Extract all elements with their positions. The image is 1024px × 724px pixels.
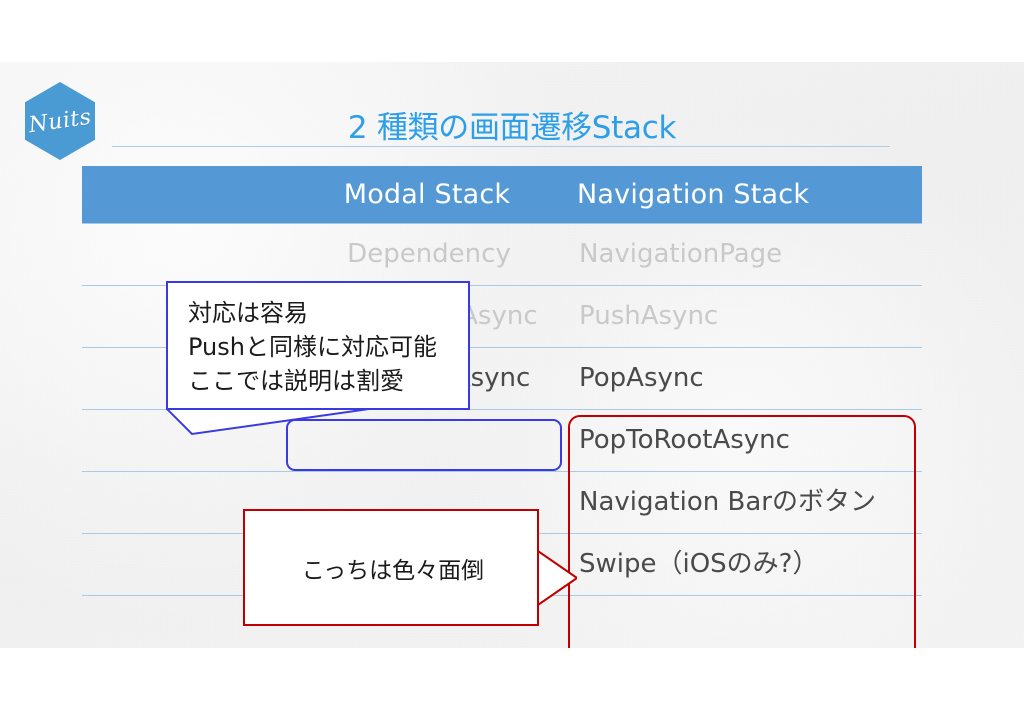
callout-modal-stack-note: 対応は容易 Pushと同様に対応可能 ここでは説明は割愛: [166, 281, 470, 410]
callout-red-text: こっちは色々面倒: [301, 557, 485, 584]
table-header-row: Modal Stack Navigation Stack: [82, 166, 922, 223]
table-row: PushAsync: [579, 301, 719, 331]
callout-red-tail-icon: [535, 549, 577, 607]
callout-blue-text: 対応は容易 Pushと同様に対応可能 ここでは説明は割愛: [188, 299, 437, 395]
highlight-navigation-back-methods: [568, 415, 916, 648]
column-header-navigation-stack: Navigation Stack: [577, 179, 810, 210]
table-row: PopAsync: [579, 363, 704, 393]
logo-wordmark: Nuits: [27, 104, 93, 138]
title-divider: [112, 146, 890, 147]
callout-blue-tail-icon: [166, 408, 376, 436]
callout-navigation-stack-note: こっちは色々面倒: [243, 509, 539, 626]
nuits-logo: Nuits: [25, 82, 95, 160]
slide-canvas: Nuits 2 種類の画面遷移Stack Modal Stack Navigat…: [0, 62, 1024, 648]
page-title: 2 種類の画面遷移Stack: [347, 110, 677, 146]
column-header-modal-stack: Modal Stack: [343, 179, 511, 210]
table-row: NavigationPage: [579, 239, 783, 269]
table-row: Dependency: [347, 239, 511, 269]
